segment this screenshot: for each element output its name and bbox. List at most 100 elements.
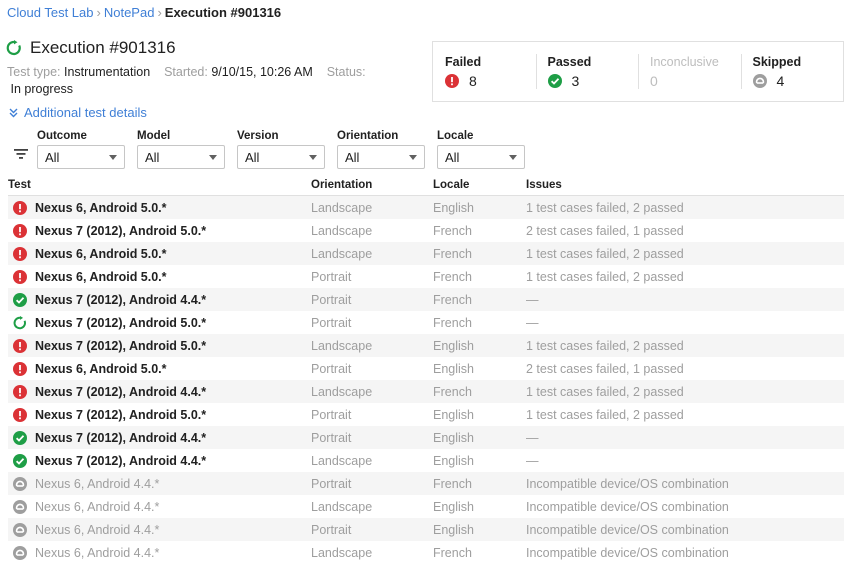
table-row[interactable]: Nexus 7 (2012), Android 4.4.* Portrait Eng… [8,426,844,449]
filter-outcome-select[interactable]: All [37,145,125,169]
table-row[interactable]: Nexus 7 (2012), Android 4.4.* Landscape Fr… [8,380,844,403]
test-name[interactable]: Nexus 7 (2012), Android 5.0.* [35,316,206,330]
table-row[interactable]: Nexus 7 (2012), Android 5.0.* Landscape Fr… [8,219,844,242]
cell-issues: Incompatible device/OS combination [526,522,729,537]
chevron-down-icon [209,154,217,160]
test-name[interactable]: Nexus 7 (2012), Android 4.4.* [35,431,206,445]
column-header-test[interactable]: Test [8,179,311,191]
summary-skipped-label: Skipped [752,55,802,69]
test-name[interactable]: Nexus 6, Android 5.0.* [35,270,167,284]
skipped-icon [13,545,27,560]
table-row[interactable]: Nexus 6, Android 4.4.* Portrait English Inc… [8,518,844,541]
table-row[interactable]: Nexus 6, Android 4.4.* Portrait French Inco… [8,472,844,495]
cell-orientation: Portrait [311,292,352,307]
filter-version: Version All [237,130,325,169]
filter-model-value: All [145,149,160,165]
error-icon [13,361,27,376]
cell-orientation: Landscape [311,453,373,468]
error-icon [445,74,459,88]
cell-test: Nexus 6, Android 5.0.* [8,200,311,215]
filter-locale: Locale All [437,130,525,169]
table-row[interactable]: Nexus 6, Android 4.4.* Landscape French Inc… [8,541,844,564]
table-row[interactable]: Nexus 7 (2012), Android 4.4.* Portrait Fre… [8,288,844,311]
summary-failed[interactable]: Failed 8 [433,42,536,101]
table-row[interactable]: Nexus 6, Android 5.0.* Portrait French 1 te… [8,265,844,288]
outcome-summary: Failed 8 Passed 3 Inconclusive 0 Skipped… [432,41,844,102]
column-header-issues[interactable]: Issues [526,179,844,191]
filter-icon[interactable] [14,147,28,161]
summary-passed[interactable]: Passed 3 [535,42,639,101]
check-circle-icon [13,292,27,307]
filter-orientation-select[interactable]: All [337,145,425,169]
filter-model: Model All [137,130,225,169]
table-row[interactable]: Nexus 6, Android 5.0.* Portrait English 2 t… [8,357,844,380]
table-row[interactable]: Nexus 7 (2012), Android 5.0.* Portrait Eng… [8,403,844,426]
execution-header: Execution #901316 [6,38,176,58]
test-name[interactable]: Nexus 6, Android 4.4.* [35,523,159,537]
cell-test: Nexus 7 (2012), Android 5.0.* [8,315,311,330]
summary-passed-label: Passed [547,55,592,69]
chevron-down-icon [109,154,117,160]
table-row[interactable]: Nexus 7 (2012), Android 4.4.* Landscape En… [8,449,844,472]
skipped-icon [13,522,27,537]
cell-issues: Incompatible device/OS combination [526,476,729,491]
test-name[interactable]: Nexus 7 (2012), Android 5.0.* [35,224,206,238]
breadcrumb-link-cloud-test-lab[interactable]: Cloud Test Lab [7,5,94,20]
test-name[interactable]: Nexus 7 (2012), Android 5.0.* [35,339,206,353]
test-name[interactable]: Nexus 7 (2012), Android 4.4.* [35,385,206,399]
filter-locale-select[interactable]: All [437,145,525,169]
breadcrumb-link-notepad[interactable]: NotePad [104,5,155,20]
cell-locale: French [433,545,472,560]
cell-locale: French [433,269,472,284]
breadcrumb-separator: › [157,5,162,20]
table-row[interactable]: Nexus 7 (2012), Android 5.0.* Landscape En… [8,334,844,357]
test-name[interactable]: Nexus 6, Android 4.4.* [35,546,159,560]
column-header-orientation[interactable]: Orientation [311,179,433,191]
test-name[interactable]: Nexus 7 (2012), Android 5.0.* [35,408,206,422]
cell-test: Nexus 7 (2012), Android 4.4.* [8,384,311,399]
cell-locale: English [433,430,474,445]
cell-orientation: Portrait [311,476,352,491]
cell-test: Nexus 6, Android 4.4.* [8,522,311,537]
filter-orientation-value: All [345,149,360,165]
table-row[interactable]: Nexus 7 (2012), Android 5.0.* Portrait Fre… [8,311,844,334]
test-name[interactable]: Nexus 6, Android 5.0.* [35,201,167,215]
test-name[interactable]: Nexus 6, Android 5.0.* [35,247,167,261]
summary-skipped[interactable]: Skipped 4 [740,42,844,101]
table-row[interactable]: Nexus 6, Android 5.0.* Landscape English 1 … [8,196,844,219]
error-icon [13,200,27,215]
additional-details-link[interactable]: Additional test details [9,105,147,120]
cell-orientation: Portrait [311,407,352,422]
filter-model-label: Model [137,130,171,142]
filter-locale-value: All [445,149,460,165]
cell-issues: — [526,453,539,468]
table-row[interactable]: Nexus 6, Android 4.4.* Landscape English In… [8,495,844,518]
cell-test: Nexus 7 (2012), Android 5.0.* [8,407,311,422]
cell-orientation: Portrait [311,522,352,537]
cell-test: Nexus 6, Android 4.4.* [8,476,311,491]
summary-inconclusive[interactable]: Inconclusive 0 [638,42,741,101]
skipped-icon [13,499,27,514]
chevron-down-icon [309,154,317,160]
cell-test: Nexus 6, Android 5.0.* [8,246,311,261]
test-type-label: Test type: [7,65,61,79]
additional-details-label: Additional test details [24,105,147,120]
filter-version-select[interactable]: All [237,145,325,169]
test-name[interactable]: Nexus 6, Android 4.4.* [35,500,159,514]
cell-locale: French [433,315,472,330]
test-name[interactable]: Nexus 6, Android 4.4.* [35,477,159,491]
test-name[interactable]: Nexus 7 (2012), Android 4.4.* [35,454,206,468]
filter-outcome-value: All [45,149,60,165]
test-name[interactable]: Nexus 7 (2012), Android 4.4.* [35,293,206,307]
filter-model-select[interactable]: All [137,145,225,169]
column-header-locale[interactable]: Locale [433,179,526,191]
cell-test: Nexus 7 (2012), Android 4.4.* [8,292,311,307]
test-name[interactable]: Nexus 6, Android 5.0.* [35,362,167,376]
filter-version-value: All [245,149,260,165]
cell-orientation: Landscape [311,246,373,261]
test-results-table: Test Orientation Locale Issues Nexus 6, … [8,174,844,564]
in-progress-icon [13,315,27,330]
table-body: Nexus 6, Android 5.0.* Landscape English 1 … [8,196,844,564]
table-row[interactable]: Nexus 6, Android 5.0.* Landscape French 1 t… [8,242,844,265]
page-title: Execution #901316 [30,38,176,57]
